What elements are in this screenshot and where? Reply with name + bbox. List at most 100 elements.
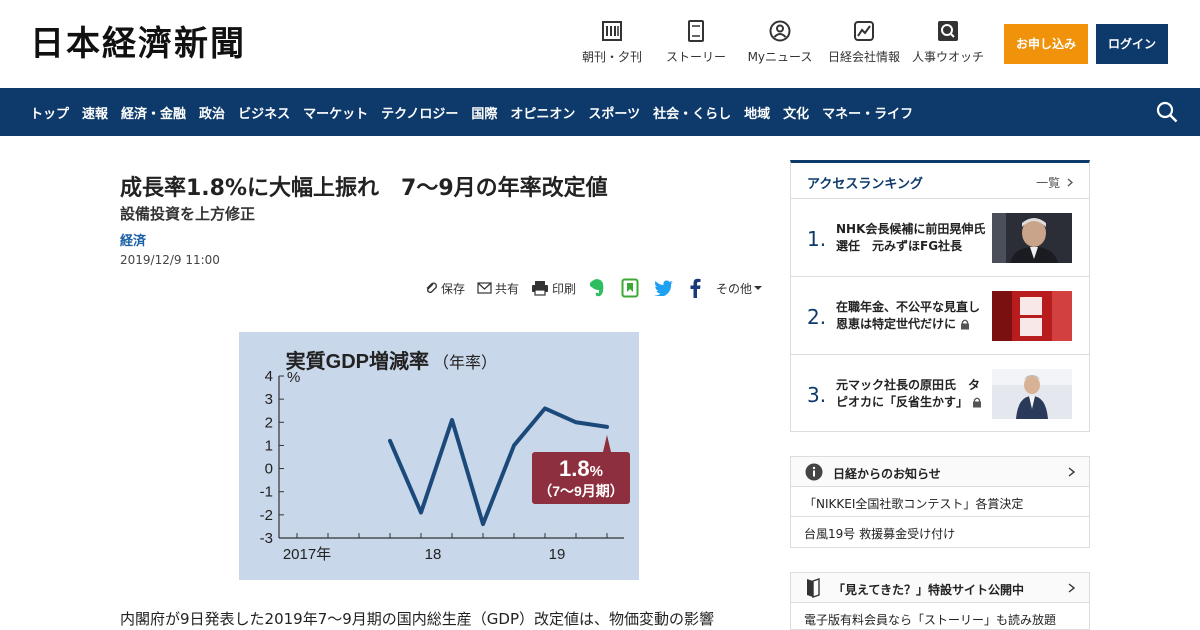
access-ranking: アクセスランキング 一覧 1. NHK会長候補に前田晃伸氏選任 元みずほFG社長… <box>790 160 1090 432</box>
article-headline: 成長率1.8%に大幅上振れ 7～9月の年率改定値 <box>120 176 608 201</box>
facebook-button[interactable] <box>689 278 704 298</box>
category-item[interactable]: 社会・くらし <box>653 103 731 122</box>
x-tick-label: 19 <box>549 546 566 563</box>
category-item[interactable]: オピニオン <box>510 103 575 122</box>
nav-label: Myニュース <box>747 50 813 64</box>
portrait-photo <box>992 213 1072 263</box>
ranking-item[interactable]: 1. NHK会長候補に前田晃伸氏選任 元みずほFG社長 <box>791 199 1089 277</box>
twitter-button[interactable] <box>654 280 677 296</box>
notice-header[interactable]: 日経からのお知らせ <box>791 457 1089 487</box>
apply-button[interactable]: お申し込み <box>1004 24 1088 64</box>
chevron-right-icon <box>1067 178 1073 187</box>
ranking-text: NHK会長候補に前田晃伸氏選任 元みずほFG社長 <box>836 222 986 253</box>
special-text[interactable]: 電子版有料会員なら「ストーリー」も読み放題 <box>791 603 1089 628</box>
gdp-chart-figure: 実質GDP増減率 （年率） % 4 3 2 1 0 -1 -2 -3 2017年 18 19 1.… <box>239 332 639 580</box>
save-button[interactable]: 保存 <box>424 280 465 297</box>
ranking-title: アクセスランキング <box>807 177 923 192</box>
callout-label: （7～9月期） <box>538 483 624 499</box>
nav-personnel-watch[interactable]: 人事ウオッチ <box>910 20 986 70</box>
login-button[interactable]: ログイン <box>1096 24 1168 64</box>
category-item[interactable]: マネー・ライフ <box>822 103 913 122</box>
lock-icon <box>961 319 970 330</box>
category-item[interactable]: マーケット <box>303 103 368 122</box>
site-logo[interactable]: 日本経濟新聞 <box>30 24 246 64</box>
nav-company-info[interactable]: 日経会社情報 <box>826 20 902 70</box>
bookmark-button[interactable] <box>621 278 642 298</box>
bookmark-icon <box>621 278 639 298</box>
pension-photo <box>992 291 1072 341</box>
more-label: その他 <box>716 281 753 296</box>
category-item[interactable]: 速報 <box>82 103 108 122</box>
ranking-number: 2. <box>807 305 827 329</box>
annotation-callout: 1.8% （7～9月期） <box>532 434 630 504</box>
category-item[interactable]: ビジネス <box>238 103 290 122</box>
ranking-text: 在職年金、不公平な見直し 恩恵は特定世代だけに <box>836 299 992 333</box>
ranking-item[interactable]: 2. 在職年金、不公平な見直し 恩恵は特定世代だけに <box>791 277 1089 355</box>
category-item[interactable]: スポーツ <box>588 103 640 122</box>
nav-story[interactable]: ストーリー <box>664 20 728 70</box>
print-label: 印刷 <box>552 281 577 296</box>
y-tick-label: 3 <box>265 391 273 408</box>
y-tick-label: -3 <box>260 530 273 547</box>
notice-item[interactable]: 台風19号 救援募金受け付け <box>791 517 1089 547</box>
share-button[interactable]: 共有 <box>477 280 519 297</box>
twitter-icon <box>654 280 674 296</box>
category-item[interactable]: テクノロジー <box>381 103 458 122</box>
more-dropdown[interactable]: その他 <box>716 280 765 297</box>
special-header[interactable]: 「見えてきた？」特設サイト公開中 <box>791 573 1089 603</box>
ranking-text-content: 元マック社長の原田氏 タピオカに「反省生かす」 <box>836 378 981 409</box>
y-tick-label: 1 <box>265 437 273 454</box>
lock-icon <box>973 397 982 408</box>
nav-my-news[interactable]: Myニュース <box>746 20 814 70</box>
x-tick-label: 2017年 <box>283 546 331 563</box>
mail-icon <box>477 282 492 294</box>
callout-value-number: 1.8 <box>559 456 590 481</box>
category-item[interactable]: 政治 <box>199 103 225 122</box>
print-button[interactable]: 印刷 <box>531 280 576 297</box>
article-category-link[interactable]: 経済 <box>120 230 146 249</box>
y-tick-label: 0 <box>265 461 273 478</box>
site-search-icon[interactable] <box>1156 101 1178 123</box>
article-date: 2019/12/9 11:00 <box>120 253 220 267</box>
ranking-item[interactable]: 3. 元マック社長の原田氏 タピオカに「反省生かす」 <box>791 355 1089 433</box>
ranking-header: アクセスランキング 一覧 <box>791 163 1089 199</box>
ranking-text: 元マック社長の原田氏 タピオカに「反省生かす」 <box>836 377 986 411</box>
ranking-number: 1. <box>807 227 827 251</box>
ranking-more-link[interactable]: 一覧 <box>1036 174 1073 191</box>
paperclip-icon <box>426 282 437 294</box>
evernote-button[interactable] <box>588 278 609 298</box>
category-item[interactable]: 経済・金融 <box>121 103 186 122</box>
x-tick-label: 18 <box>425 546 442 563</box>
ranking-thumbnail <box>992 369 1072 419</box>
nav-label: 人事ウオッチ <box>911 50 984 64</box>
nav-morning-evening[interactable]: 朝刊・夕刊 <box>580 20 644 70</box>
user-icon <box>769 20 791 42</box>
special-title: 「見えてきた？」特設サイト公開中 <box>833 583 1025 597</box>
save-label: 保存 <box>441 281 466 296</box>
search-icon <box>938 21 958 41</box>
bookmark-flag-icon <box>807 578 820 598</box>
category-item[interactable]: トップ <box>30 103 69 122</box>
nikkei-notices: 日経からのお知らせ 「NIKKEI全国社歌コンテスト」各賞決定 台風19号 救援… <box>790 456 1090 548</box>
printer-icon <box>532 281 549 296</box>
category-item[interactable]: 国際 <box>471 103 497 122</box>
gdp-chart: 実質GDP増減率 （年率） % 4 3 2 1 0 -1 -2 -3 2017年 18 19 1.… <box>260 349 630 563</box>
chart-title-suffix: （年率） <box>433 354 497 372</box>
notice-item[interactable]: 「NIKKEI全国社歌コンテスト」各賞決定 <box>791 487 1089 517</box>
site-header: 日本経濟新聞 朝刊・夕刊 ストーリー Myニュース 日経会社情報 人事ウオッチ … <box>0 0 1200 88</box>
ranking-thumbnail <box>992 213 1072 263</box>
evernote-icon <box>590 279 604 297</box>
category-item[interactable]: 文化 <box>783 103 809 122</box>
book-icon <box>688 20 704 42</box>
category-nav: トップ 速報 経済・金融 政治 ビジネス マーケット テクノロジー 国際 オピニ… <box>0 88 1200 136</box>
article-body: 内閣府が9日発表した2019年7～9月期の国内総生産（GDP）改定値は、物価変動… <box>120 610 715 628</box>
chart-icon <box>854 21 874 41</box>
chart-title: 実質GDP増減率 <box>286 349 429 373</box>
y-axis-unit: % <box>287 369 300 386</box>
chevron-right-icon <box>1068 583 1075 593</box>
caret-down-icon <box>754 286 763 290</box>
category-item[interactable]: 地域 <box>744 103 770 122</box>
share-label: 共有 <box>495 281 520 296</box>
nav-label: 日経会社情報 <box>827 50 900 64</box>
nav-label: 朝刊・夕刊 <box>581 50 642 64</box>
